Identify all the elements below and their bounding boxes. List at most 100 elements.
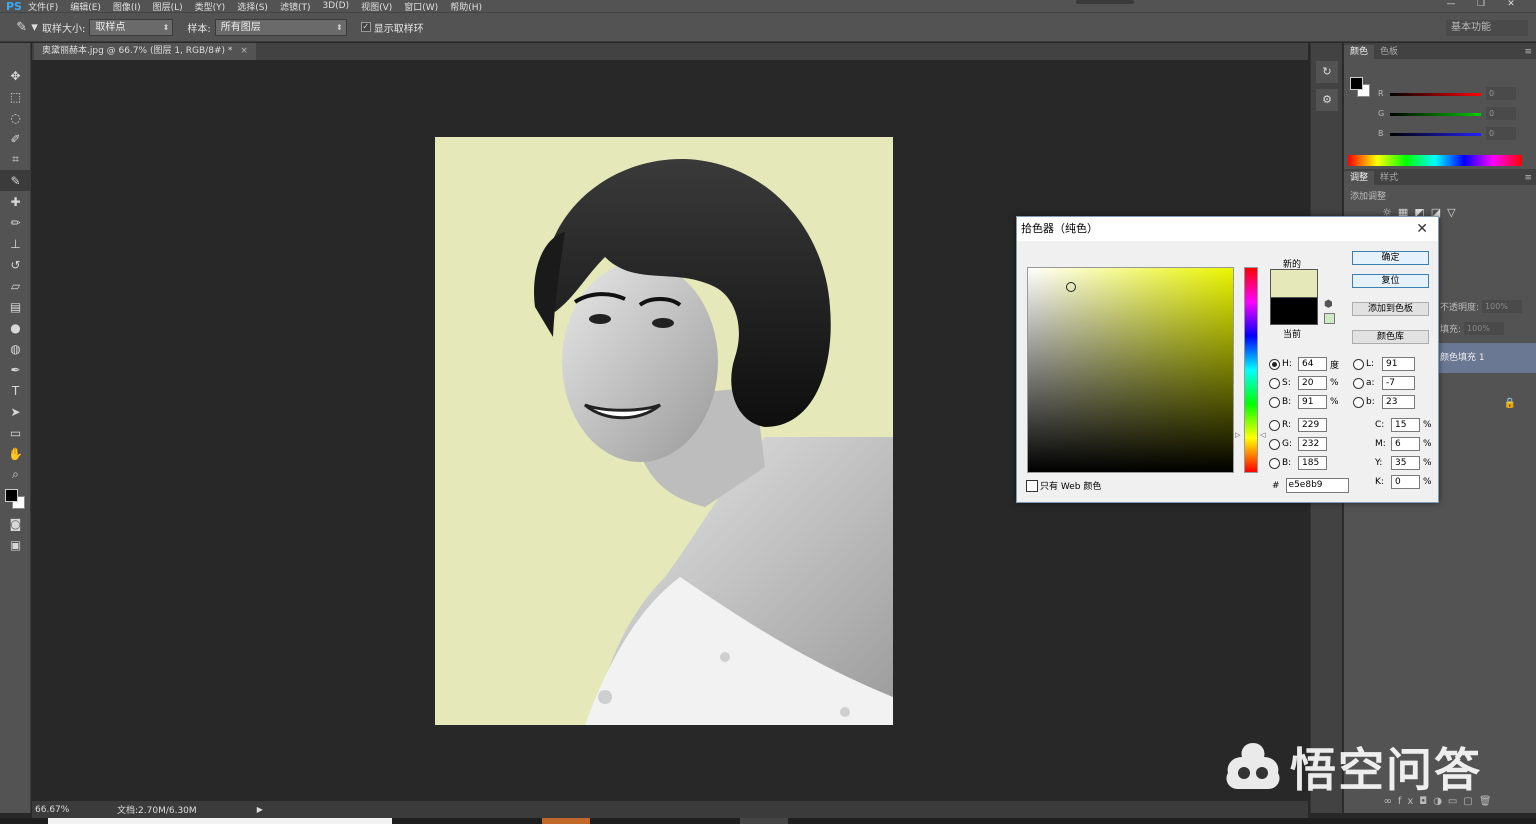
tab-styles[interactable]: 样式 xyxy=(1374,171,1404,185)
green-input[interactable]: 232 xyxy=(1298,437,1327,451)
reset-button[interactable]: 复位 xyxy=(1352,274,1429,288)
clone-stamp-icon[interactable]: ⊥ xyxy=(0,233,31,254)
hue-radio[interactable] xyxy=(1269,358,1280,370)
lab-a-input[interactable]: -7 xyxy=(1382,376,1415,390)
hue-slider-right-arrow[interactable]: ◁ xyxy=(1260,431,1265,439)
color-selector-ring[interactable] xyxy=(1066,282,1076,292)
red-input[interactable]: 229 xyxy=(1298,418,1327,432)
blue-slider[interactable]: B 0 xyxy=(1378,127,1530,141)
green-radio[interactable] xyxy=(1269,438,1280,450)
blue-input[interactable]: 185 xyxy=(1298,456,1327,470)
taskbar-item[interactable] xyxy=(740,818,788,824)
close-tab-icon[interactable]: × xyxy=(240,46,248,56)
brush-icon[interactable]: ✏ xyxy=(0,212,31,233)
opacity-field[interactable]: 100% xyxy=(1482,299,1523,313)
marquee-icon[interactable]: ⬚ xyxy=(0,86,31,107)
color-swatches[interactable] xyxy=(0,485,31,513)
path-select-icon[interactable]: ➤ xyxy=(0,401,31,422)
restore-button[interactable]: ❐ xyxy=(1466,0,1496,10)
lab-l-radio[interactable] xyxy=(1353,358,1364,370)
web-safe-icon[interactable] xyxy=(1324,313,1335,324)
hue-input[interactable]: 64 xyxy=(1298,357,1327,371)
quick-select-icon[interactable]: ✐ xyxy=(0,128,31,149)
taskbar-item[interactable] xyxy=(48,818,392,824)
panel-menu-icon[interactable]: ≡ xyxy=(1524,171,1536,185)
black-input[interactable]: 0 xyxy=(1391,475,1420,489)
red-slider[interactable]: R 0 xyxy=(1378,87,1530,101)
quick-mask-icon[interactable]: ◙ xyxy=(0,513,31,534)
close-icon[interactable]: ✕ xyxy=(1416,217,1428,241)
document-image[interactable] xyxy=(435,137,893,725)
healing-brush-icon[interactable]: ✚ xyxy=(0,191,31,212)
menu-filter[interactable]: 滤镜(T) xyxy=(280,0,311,13)
foreground-color-swatch[interactable] xyxy=(1350,77,1363,90)
add-to-swatches-button[interactable]: 添加到色板 xyxy=(1352,302,1429,316)
hue-slider[interactable] xyxy=(1244,267,1258,473)
brightness-radio[interactable] xyxy=(1269,396,1280,408)
menu-help[interactable]: 帮助(H) xyxy=(450,0,482,13)
red-value[interactable]: 0 xyxy=(1486,87,1516,100)
zoom-icon[interactable]: ⌕ xyxy=(0,464,31,485)
sample-size-select[interactable]: 取样点 xyxy=(89,18,174,36)
gradient-icon[interactable]: ▤ xyxy=(0,296,31,317)
cyan-input[interactable]: 15 xyxy=(1391,418,1420,432)
properties-icon[interactable]: ⚙ xyxy=(1316,89,1338,111)
blue-radio[interactable] xyxy=(1269,457,1280,469)
red-radio[interactable] xyxy=(1269,419,1280,431)
saturation-input[interactable]: 20 xyxy=(1298,376,1327,390)
close-window-button[interactable]: ✕ xyxy=(1496,0,1526,10)
minimize-button[interactable]: — xyxy=(1436,0,1466,10)
web-only-checkbox[interactable] xyxy=(1026,479,1038,492)
history-brush-icon[interactable]: ↺ xyxy=(0,254,31,275)
lab-b-radio[interactable] xyxy=(1353,396,1364,408)
show-ring-checkbox[interactable]: ✓ xyxy=(360,22,371,32)
menu-select[interactable]: 选择(S) xyxy=(237,0,268,13)
blue-track[interactable] xyxy=(1390,133,1481,136)
move-icon[interactable]: ✥ xyxy=(0,65,31,86)
type-icon[interactable]: T xyxy=(0,380,31,401)
crop-icon[interactable]: ⌗ xyxy=(0,149,31,170)
hex-input[interactable]: e5e8b9 xyxy=(1285,478,1349,493)
lab-l-input[interactable]: 91 xyxy=(1382,357,1415,371)
shape-icon[interactable]: ▭ xyxy=(0,422,31,443)
taskbar-item[interactable] xyxy=(542,818,590,824)
color-libraries-button[interactable]: 颜色库 xyxy=(1352,330,1429,344)
tab-color[interactable]: 颜色 xyxy=(1344,45,1375,59)
color-spectrum-bar[interactable] xyxy=(1348,155,1522,166)
blur-icon[interactable]: ● xyxy=(0,317,31,338)
yellow-input[interactable]: 35 xyxy=(1391,456,1420,470)
hue-slider-left-arrow[interactable]: ▷ xyxy=(1235,431,1240,439)
menu-image[interactable]: 图像(I) xyxy=(113,0,141,13)
menu-type[interactable]: 类型(Y) xyxy=(195,0,226,13)
green-slider[interactable]: G 0 xyxy=(1378,107,1530,121)
green-value[interactable]: 0 xyxy=(1486,107,1516,120)
menu-edit[interactable]: 编辑(E) xyxy=(70,0,101,13)
panel-menu-icon[interactable]: ≡ xyxy=(1524,45,1536,59)
dodge-icon[interactable]: ◍ xyxy=(0,338,31,359)
menu-layer[interactable]: 图层(L) xyxy=(153,0,183,13)
color-field[interactable] xyxy=(1027,267,1234,473)
menu-window[interactable]: 窗口(W) xyxy=(404,0,438,13)
tab-swatches[interactable]: 色板 xyxy=(1374,45,1404,59)
ok-button[interactable]: 确定 xyxy=(1352,251,1429,265)
lab-b-input[interactable]: 23 xyxy=(1382,395,1415,409)
menu-3d[interactable]: 3D(D) xyxy=(322,1,349,11)
eyedropper-preset-icon[interactable]: ✎ ▾ xyxy=(12,20,42,35)
blue-value[interactable]: 0 xyxy=(1486,127,1516,140)
zoom-level[interactable]: 66.67% xyxy=(35,805,75,815)
tab-adjustments[interactable]: 调整 xyxy=(1344,171,1375,185)
menu-file[interactable]: 文件(F) xyxy=(28,0,58,13)
lab-a-radio[interactable] xyxy=(1353,377,1364,389)
current-color-swatch[interactable] xyxy=(1270,297,1318,325)
screen-mode-icon[interactable]: ▣ xyxy=(0,534,31,555)
fill-field[interactable]: 100% xyxy=(1464,321,1505,335)
brightness-input[interactable]: 91 xyxy=(1298,395,1327,409)
sample-select[interactable]: 所有图层 xyxy=(214,18,347,36)
red-track[interactable] xyxy=(1390,93,1481,96)
saturation-radio[interactable] xyxy=(1269,377,1280,389)
status-menu-arrow[interactable]: ▶ xyxy=(257,805,263,814)
pen-icon[interactable]: ✒ xyxy=(0,359,31,380)
history-icon[interactable]: ↻ xyxy=(1316,61,1338,83)
green-track[interactable] xyxy=(1390,113,1481,116)
menu-view[interactable]: 视图(V) xyxy=(361,0,392,13)
